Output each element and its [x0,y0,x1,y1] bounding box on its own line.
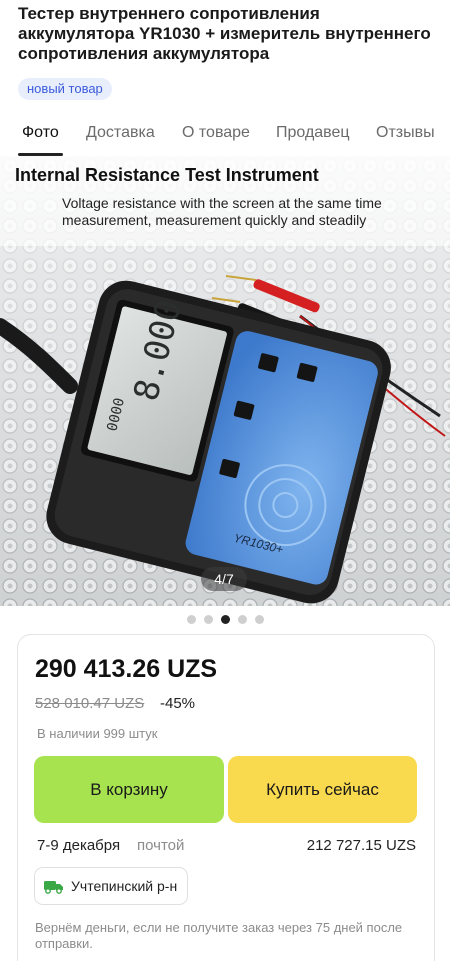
tab-seller[interactable]: Продавец [276,124,350,142]
truck-icon [44,881,63,894]
tab-reviews[interactable]: Отзывы [376,124,435,142]
image-counter: 4/7 [201,567,247,591]
new-item-badge: новый товар [18,78,112,100]
delivery-date: 7-9 декабря [37,837,121,854]
pagination-dot[interactable] [186,615,196,624]
tab-photo[interactable]: Фото [22,124,59,142]
buy-now-button[interactable]: Купить сейчас [228,756,417,823]
delivery-location-label: Учтепинский р-н [71,878,178,894]
pagination-dot[interactable] [254,615,264,624]
image-headline: Internal Resistance Test Instrument [15,165,319,185]
product-title: Тестер внутреннего сопротивления аккумул… [18,4,431,63]
discount-percent: -45% [160,695,196,712]
gallery-pagination [0,611,450,624]
purchase-card: 290 413.26 UZS 528 010.47 UZS -45% В нал… [17,634,435,961]
tab-about[interactable]: О товаре [182,124,250,142]
tab-delivery[interactable]: Доставка [86,124,155,142]
refund-guarantee-note: Вернём деньги, если не получите заказ че… [35,920,403,951]
current-price: 290 413.26 UZS [35,655,218,683]
add-to-cart-button[interactable]: В корзину [34,756,224,823]
delivery-location-selector[interactable]: Учтепинский р-н [34,867,189,905]
stock-info: В наличии 999 штук [37,726,158,741]
image-caption: Voltage resistance with the screen at th… [62,195,382,228]
pagination-dot[interactable] [203,615,213,624]
product-image-gallery[interactable]: 8.000 0000 YR1030+ Internal Resistance T… [0,156,450,606]
pagination-dot-active[interactable] [220,615,230,624]
delivery-price: 212 727.15 UZS [306,837,416,854]
pagination-dot[interactable] [237,615,247,624]
section-tabs: Фото Доставка О товаре Продавец Отзывы [0,118,450,156]
old-price: 528 010.47 UZS [35,695,145,712]
delivery-method: почтой [137,837,185,854]
